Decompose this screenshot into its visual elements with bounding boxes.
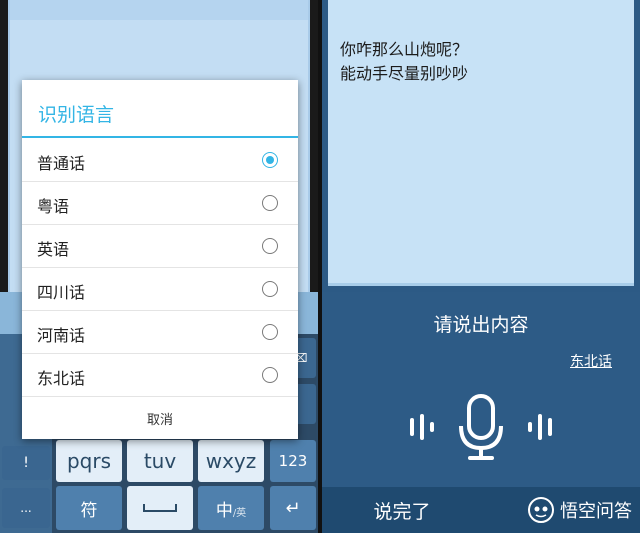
key-wxyz-label: wxyz [205, 449, 257, 473]
microphone-button[interactable] [408, 392, 554, 462]
key-lang-en-label: /英 [232, 507, 247, 519]
right-screen: 你咋那么山炮呢？ 能动手尽量别吵吵 请说出内容 东北话 说完了 悟空问答 [322, 0, 640, 533]
key-symbol[interactable]: 符 [56, 486, 122, 530]
option-cantonese[interactable]: 粤语 [22, 182, 298, 225]
key-symbol-label: 符 [80, 500, 98, 521]
note-line-1: 你咋那么山炮呢？ [340, 40, 469, 59]
key-lang-zh-label: 中 [215, 500, 233, 521]
note-header-strip [10, 0, 308, 20]
enter-icon: ↵ [285, 497, 301, 519]
key-lang-switch[interactable]: 中/英 [198, 486, 264, 530]
option-henanese[interactable]: 河南话 [22, 311, 298, 354]
watermark-text: 悟空问答 [560, 501, 632, 522]
dialect-link[interactable]: 东北话 [570, 351, 612, 371]
option-mandarin[interactable]: 普通话 [22, 139, 298, 182]
key-exclaim-label: ! [23, 455, 29, 471]
option-label: 英语 [37, 240, 70, 259]
key-pqrs-label: pqrs [66, 449, 112, 473]
key-tuv-label: tuv [143, 449, 177, 473]
radio-icon[interactable] [262, 195, 278, 211]
option-label: 东北话 [37, 369, 86, 388]
voice-bottom-bar: 说完了 悟空问答 [322, 487, 640, 533]
language-dialog: 识别语言 普通话 粤语 英语 四川话 河南话 东北话 取消 [22, 80, 298, 439]
key-123-label: 123 [278, 452, 308, 470]
option-label: 河南话 [37, 326, 86, 345]
note-area[interactable]: 你咋那么山炮呢？ 能动手尽量别吵吵 [328, 0, 634, 286]
radio-icon[interactable] [262, 281, 278, 297]
radio-icon[interactable] [262, 367, 278, 383]
option-label: 粤语 [37, 197, 70, 216]
key-ellipsis[interactable]: ... [2, 488, 50, 528]
option-label: 普通话 [37, 154, 86, 173]
key-123[interactable]: 123 [270, 440, 316, 482]
watermark: 悟空问答 [528, 497, 632, 523]
radio-selected-icon[interactable] [262, 152, 278, 168]
key-enter[interactable]: ↵ [270, 486, 316, 530]
option-english[interactable]: 英语 [22, 225, 298, 268]
key-ellipsis-label: ... [20, 501, 32, 515]
option-northeastern[interactable]: 东北话 [22, 354, 298, 397]
key-exclaim[interactable]: ! [2, 446, 50, 480]
key-wxyz[interactable]: wxyz [198, 440, 264, 482]
key-pqrs[interactable]: pqrs [56, 440, 122, 482]
microphone-icon [410, 394, 552, 460]
key-tuv[interactable]: tuv [127, 440, 193, 482]
left-screen: ⌫ ! ... pqrs tuv wxyz 123 符 中/英 ↵ 识别语言 普… [0, 0, 318, 533]
voice-input-panel: 请说出内容 东北话 [322, 292, 640, 487]
voice-prompt: 请说出内容 [433, 314, 529, 336]
radio-icon[interactable] [262, 324, 278, 340]
note-line-2: 能动手尽量别吵吵 [340, 64, 469, 83]
dialog-title: 识别语言 [38, 104, 115, 126]
cancel-button[interactable]: 取消 [22, 398, 298, 439]
radio-icon[interactable] [262, 238, 278, 254]
dialog-title-divider [22, 136, 298, 138]
space-icon [143, 504, 177, 512]
wukong-logo-icon [528, 497, 554, 523]
option-sichuanese[interactable]: 四川话 [22, 268, 298, 311]
key-space[interactable] [127, 486, 193, 530]
done-speaking-button[interactable]: 说完了 [322, 487, 482, 533]
option-label: 四川话 [37, 283, 86, 302]
